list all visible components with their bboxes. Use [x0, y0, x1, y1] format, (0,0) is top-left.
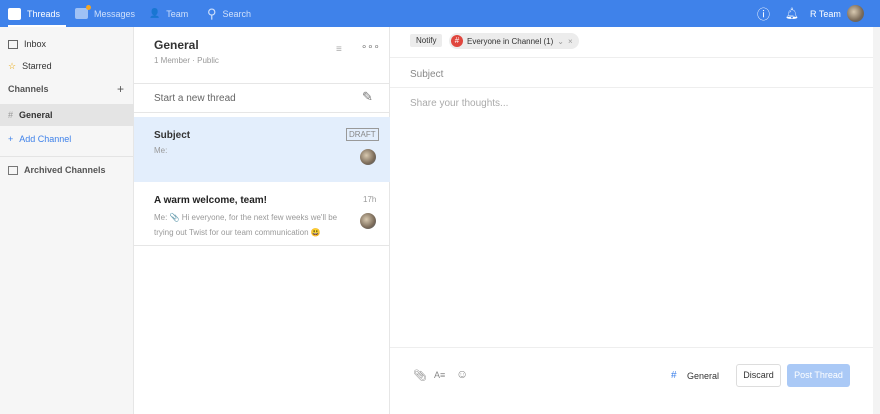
- sidebar-item-archived[interactable]: Archived Channels: [0, 159, 134, 181]
- body-input[interactable]: Share your thoughts...: [390, 88, 873, 348]
- channel-title: General: [154, 38, 199, 52]
- channel-select[interactable]: General: [687, 371, 719, 381]
- composer: Notify # Everyone in Channel (1) ⌄ × Sub…: [390, 27, 873, 414]
- chevron-down-icon[interactable]: ⌄: [557, 37, 564, 46]
- sidebar: Inbox ☆ Starred Channels + # General + Add C…: [0, 27, 134, 414]
- star-icon: ☆: [8, 60, 17, 71]
- notify-label: Notify: [410, 34, 443, 47]
- compose-icon: ✎: [362, 89, 373, 104]
- emoji-icon[interactable]: ☺: [456, 367, 468, 381]
- close-icon[interactable]: ×: [568, 37, 573, 46]
- attachment-icon[interactable]: 📎︎: [413, 369, 427, 382]
- inbox-icon: [8, 39, 18, 49]
- threads-icon: [8, 7, 21, 20]
- channels-heading: Channels +: [8, 82, 124, 96]
- avatar: [360, 149, 376, 165]
- avatar: [360, 213, 376, 229]
- search-icon: ⚲: [207, 5, 217, 21]
- bell-icon[interactable]: 🔔︎: [785, 0, 799, 27]
- add-channel-button[interactable]: + Add Channel: [0, 128, 134, 150]
- hash-icon: #: [671, 370, 677, 381]
- discard-button[interactable]: Discard: [736, 364, 781, 387]
- subject-input[interactable]: Subject: [390, 57, 873, 88]
- tab-messages[interactable]: Messages: [75, 0, 135, 27]
- help-icon[interactable]: ⓘ: [757, 0, 770, 27]
- hash-icon: #: [451, 35, 463, 47]
- thread-item-draft[interactable]: Subject Me: DRAFT: [134, 117, 390, 182]
- sidebar-item-starred[interactable]: ☆ Starred: [0, 55, 134, 77]
- thread-list: General 1 Member · Public ≡ ∘∘∘ Start a …: [134, 27, 390, 414]
- plus-icon: +: [8, 134, 14, 144]
- scrollbar[interactable]: [873, 27, 880, 414]
- new-thread-button[interactable]: Start a new thread ✎: [134, 83, 390, 113]
- search-button[interactable]: ⚲ Search: [207, 0, 251, 27]
- top-bar: Threads Messages 👤 Team ⚲ Search ⓘ 🔔︎ R …: [0, 0, 880, 27]
- filter-icon[interactable]: ≡: [336, 44, 342, 55]
- user-menu[interactable]: R Team: [810, 0, 864, 27]
- thread-item[interactable]: A warm welcome, team! 17h Me: 📎 Hi every…: [134, 182, 390, 246]
- avatar: [846, 5, 864, 22]
- post-thread-button[interactable]: Post Thread: [787, 364, 850, 387]
- draft-badge: DRAFT: [346, 128, 379, 141]
- more-icon[interactable]: ∘∘∘: [361, 42, 380, 53]
- archive-icon: [8, 165, 18, 175]
- add-icon[interactable]: +: [117, 82, 124, 96]
- recipient-chip[interactable]: # Everyone in Channel (1) ⌄ ×: [449, 33, 579, 49]
- tab-team[interactable]: 👤 Team: [149, 0, 188, 27]
- tab-threads[interactable]: Threads: [8, 0, 67, 27]
- sidebar-item-general[interactable]: # General: [0, 104, 134, 126]
- format-icon[interactable]: A≡: [434, 370, 445, 380]
- messages-icon: [75, 5, 91, 19]
- sidebar-item-inbox[interactable]: Inbox: [0, 33, 134, 55]
- hash-icon: #: [8, 110, 14, 120]
- channel-meta: 1 Member · Public: [154, 56, 219, 65]
- person-icon: 👤: [149, 8, 161, 18]
